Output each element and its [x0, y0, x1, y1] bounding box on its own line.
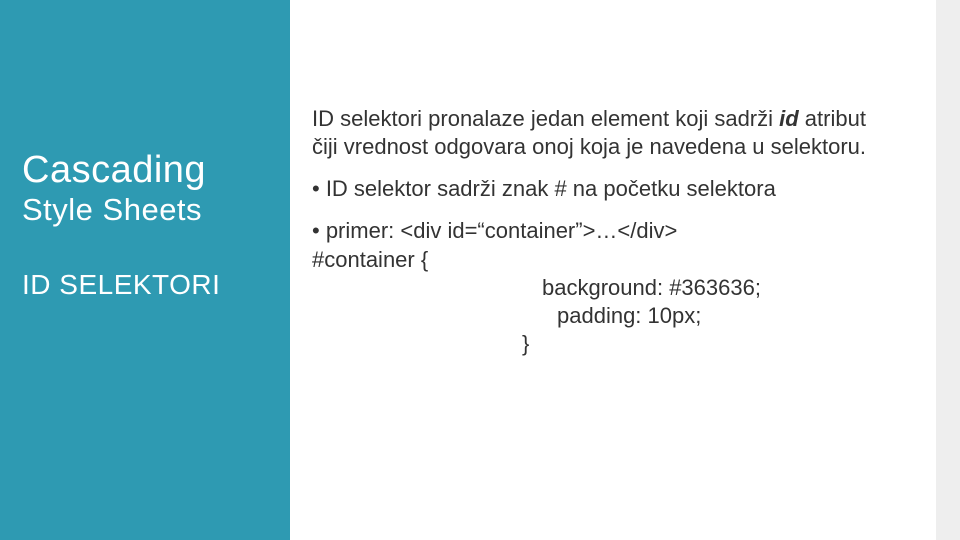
slide-title-line1: Cascading	[22, 150, 268, 192]
paragraph-intro: ID selektori pronalaze jedan element koj…	[312, 105, 890, 161]
slide-title-line2: Style Sheets	[22, 192, 268, 228]
slide: Cascading Style Sheets ID SELEKTORI ID s…	[0, 0, 960, 540]
slide-subtitle: ID SELEKTORI	[22, 269, 268, 301]
example-line-close: }	[312, 331, 529, 356]
example-line-padding: padding: 10px;	[312, 303, 701, 328]
right-gutter	[936, 0, 960, 540]
intro-id-keyword: id	[779, 106, 799, 131]
sidebar-panel: Cascading Style Sheets ID SELEKTORI	[0, 0, 290, 540]
example-line-selector: #container {	[312, 247, 428, 272]
intro-text-a: ID selektori pronalaze jedan element koj…	[312, 106, 779, 131]
example-line-background: background: #363636;	[312, 275, 761, 300]
example-block: • primer: <div id=“container”>…</div> #c…	[312, 217, 890, 358]
example-line-div: • primer: <div id=“container”>…</div>	[312, 218, 677, 243]
content-area: ID selektori pronalaze jedan element koj…	[290, 0, 960, 540]
bullet-hash-note: • ID selektor sadrži znak # na početku s…	[312, 175, 890, 203]
